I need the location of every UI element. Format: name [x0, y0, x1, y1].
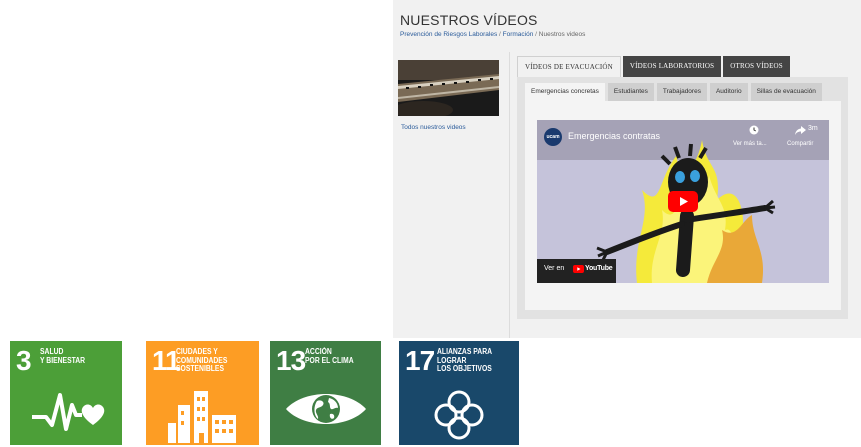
breadcrumb-link-prl[interactable]: Prevención de Riesgos Laborales	[400, 31, 497, 38]
sdg-number: 17	[405, 345, 435, 376]
subtab-workers[interactable]: Trabajadores	[656, 83, 707, 101]
share-arrow-icon[interactable]	[795, 126, 806, 135]
sdg-label: SALUD Y BIENESTAR	[40, 347, 86, 365]
page-panel: NUESTROS VÍDEOS Prevención de Riesgos La…	[393, 0, 861, 338]
tab-evacuation-videos[interactable]: VÍDEOS DE EVACUACIÓN	[517, 56, 621, 77]
subtab-specific-emergencies[interactable]: Emergencias concretas	[525, 83, 605, 101]
subtab-auditorium[interactable]: Auditorio	[709, 83, 748, 101]
youtube-logo-icon	[573, 265, 584, 273]
channel-logo[interactable]: ucam	[544, 128, 562, 146]
heartbeat-icon	[32, 393, 105, 431]
sdg-label: ACCIÓN POR EL CLIMA	[305, 347, 354, 365]
watch-on-youtube-button[interactable]: Ver en YouTube	[537, 259, 616, 283]
clock-icon[interactable]	[749, 125, 759, 135]
city-buildings-icon	[168, 391, 236, 443]
sdg-label: CIUDADES Y COMUNIDADES SOSTENIBLES	[176, 347, 228, 373]
tab-lab-videos[interactable]: VÍDEOS LABORATORIOS	[622, 56, 722, 77]
subtab-evacuation-chairs[interactable]: Sillas de evacuación	[750, 83, 822, 101]
video-title[interactable]: Emergencias contratas	[568, 131, 660, 141]
breadcrumb-current: Nuestros videos	[538, 31, 586, 38]
sdg-tile-13[interactable]: 13 ACCIÓN POR EL CLIMA	[270, 341, 381, 445]
film-reel-thumbnail	[398, 60, 499, 116]
subtab-students[interactable]: Estudiantes	[607, 83, 654, 101]
eye-globe-icon	[286, 394, 366, 424]
breadcrumb: Prevención de Riesgos Laborales / Formac…	[400, 31, 586, 38]
breadcrumb-link-formacion[interactable]: Formación	[503, 31, 534, 38]
sdg-number: 13	[276, 345, 306, 376]
tab-content: Emergencias concretas Estudiantes Trabaj…	[517, 77, 848, 319]
watch-on-label: Ver en	[544, 265, 565, 272]
subtab-content: ucam Emergencias contratas Ver más ta...…	[525, 101, 841, 310]
sdg-tile-11[interactable]: 11 CIUDADES Y COMUNIDADES SOSTENIBLES	[146, 341, 259, 445]
sdg-tile-17[interactable]: 17 ALIANZAS PARA LOGRAR LOS OBJETIVOS	[399, 341, 519, 445]
sdg-label: ALIANZAS PARA LOGRAR LOS OBJETIVOS	[437, 347, 493, 373]
partnership-rings-icon	[434, 390, 484, 440]
youtube-wordmark: YouTube	[585, 265, 613, 272]
share-duration: 3m	[808, 125, 818, 132]
sdg-tile-3[interactable]: 3 SALUD Y BIENESTAR	[10, 341, 122, 445]
main-tabs: VÍDEOS DE EVACUACIÓN VÍDEOS LABORATORIOS…	[517, 56, 790, 77]
watch-later-label[interactable]: Ver más ta...	[733, 141, 767, 147]
sub-tabs: Emergencias concretas Estudiantes Trabaj…	[525, 83, 822, 101]
all-videos-link[interactable]: Todos nuestros videos	[401, 124, 466, 131]
play-button-icon[interactable]	[668, 191, 698, 212]
page-title: NUESTROS VÍDEOS	[400, 12, 538, 28]
share-label[interactable]: Compartir	[787, 141, 813, 147]
tab-other-videos[interactable]: OTROS VÍDEOS	[723, 56, 790, 77]
sdg-number: 3	[16, 345, 32, 376]
column-divider	[509, 52, 510, 338]
youtube-video-embed[interactable]: ucam Emergencias contratas Ver más ta...…	[537, 120, 829, 283]
